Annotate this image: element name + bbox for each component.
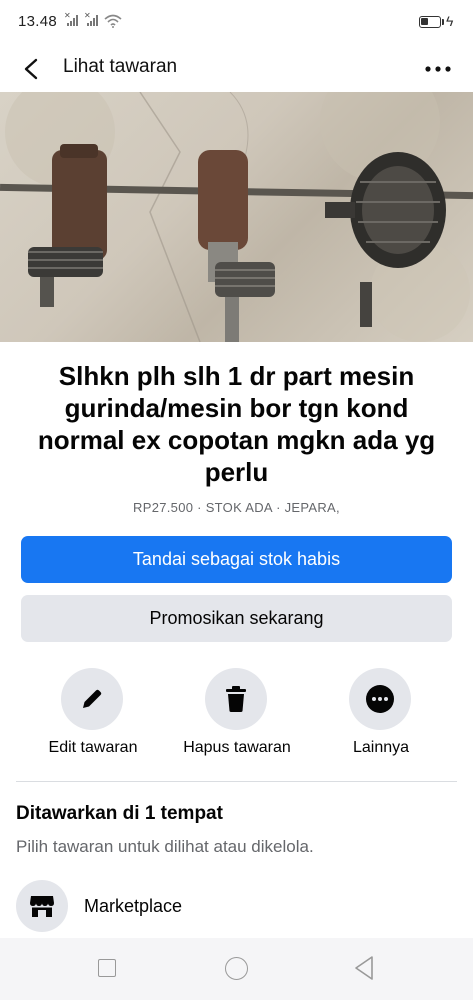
status-bar: 13.48 ✕ ✕ ϟ <box>0 0 473 46</box>
system-nav-bar <box>0 938 473 1000</box>
listing-photo[interactable] <box>0 92 473 342</box>
edit-listing-label: Edit tawaran <box>48 739 138 756</box>
back-button[interactable] <box>12 49 52 89</box>
more-horizontal-icon <box>425 66 451 72</box>
wifi-icon <box>104 14 122 28</box>
offered-section-subtitle: Pilih tawaran untuk dilihat atau dikelol… <box>16 837 314 856</box>
offered-section-title: Ditawarkan di 1 tempat <box>16 803 223 824</box>
status-time: 13.48 <box>18 13 58 30</box>
signal-icon <box>87 14 98 26</box>
delete-listing-button[interactable] <box>205 668 267 730</box>
mark-as-sold-button[interactable]: Tandai sebagai stok habis <box>21 536 452 583</box>
trash-icon <box>226 686 246 712</box>
listing-photo-image <box>0 92 473 342</box>
place-item-marketplace[interactable]: Marketplace <box>16 878 457 934</box>
system-back-button[interactable] <box>353 955 375 981</box>
divider <box>16 781 457 782</box>
charging-icon: ϟ <box>446 13 454 29</box>
more-icon <box>366 685 394 713</box>
app-header: Lihat tawaran <box>0 46 473 92</box>
delete-listing-action[interactable]: Hapus tawaran <box>167 668 307 764</box>
listing-title: Slhkn plh slh 1 dr part mesin gurinda/me… <box>37 361 436 487</box>
promote-button[interactable]: Promosikan sekarang <box>21 595 452 642</box>
battery-tip <box>442 19 444 25</box>
edit-listing-action[interactable]: Edit tawaran <box>23 668 163 764</box>
more-actions-label: Lainnya <box>352 739 410 756</box>
battery-icon <box>419 16 441 28</box>
more-actions-action[interactable]: Lainnya <box>311 668 451 764</box>
signal-icon <box>67 14 78 26</box>
home-button[interactable] <box>225 957 248 980</box>
listing-meta: RP27.500 · STOK ADA · JEPARA, <box>133 500 340 515</box>
delete-listing-label: Hapus tawaran <box>183 739 291 756</box>
marketplace-store-icon <box>30 896 54 917</box>
more-actions-button[interactable] <box>349 668 411 730</box>
chevron-left-icon <box>24 58 38 80</box>
marketplace-icon-wrap <box>16 880 68 932</box>
more-options-button[interactable] <box>418 49 458 89</box>
place-label-marketplace: Marketplace <box>84 896 183 916</box>
page-title: Lihat tawaran <box>63 56 178 77</box>
pencil-icon <box>83 689 102 708</box>
edit-listing-button[interactable] <box>61 668 123 730</box>
recent-apps-button[interactable] <box>98 959 116 977</box>
